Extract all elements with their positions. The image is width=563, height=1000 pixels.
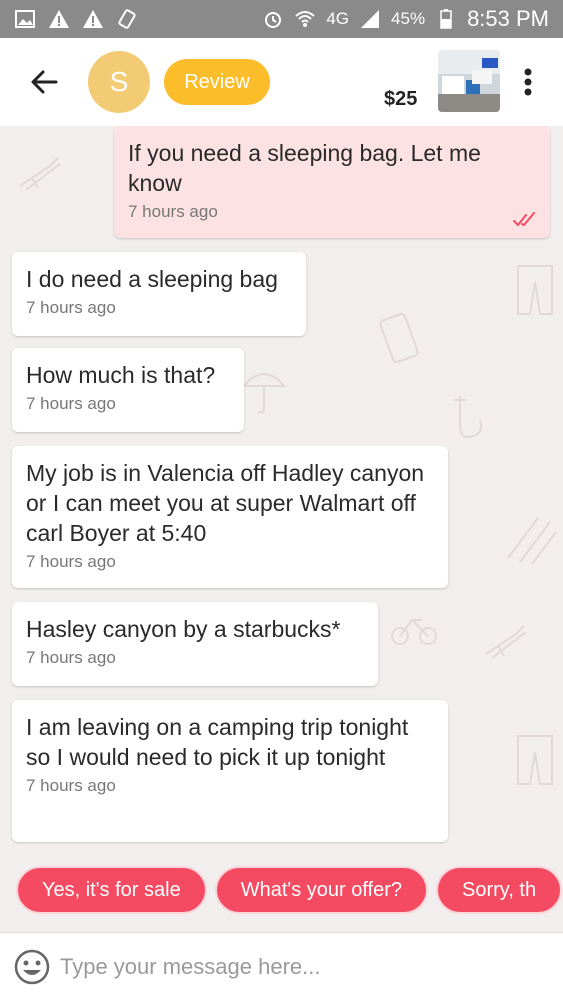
message-time: 7 hours ago — [26, 298, 116, 317]
warning-icon — [83, 10, 103, 28]
vibrate-icon — [118, 9, 136, 29]
message-time: 7 hours ago — [128, 202, 218, 221]
message-time: 7 hours ago — [26, 552, 116, 571]
message-bubble-incoming[interactable]: Hasley canyon by a starbucks* 7 hours ag… — [12, 602, 378, 686]
phone-icon — [379, 313, 419, 363]
message-time: 7 hours ago — [26, 776, 116, 795]
read-receipt-icon — [513, 212, 535, 227]
message-text: Hasley canyon by a starbucks* — [26, 616, 341, 642]
more-vert-icon — [524, 68, 532, 96]
more-options-button[interactable] — [512, 60, 544, 104]
review-button[interactable]: Review — [164, 59, 270, 105]
message-bubble-incoming[interactable]: I am leaving on a camping trip tonight s… — [12, 700, 448, 842]
clock: 8:53 PM — [467, 6, 549, 31]
battery-icon — [440, 9, 452, 29]
umbrella-icon — [241, 373, 287, 414]
avatar[interactable]: S — [88, 51, 150, 113]
message-time: 7 hours ago — [26, 394, 116, 413]
trumpet-icon — [19, 157, 61, 191]
listing-thumbnail[interactable] — [438, 50, 500, 112]
quick-reply-offer[interactable]: What's your offer? — [214, 866, 429, 914]
trumpet-icon — [485, 625, 527, 659]
message-text: How much is that? — [26, 362, 216, 388]
message-input[interactable] — [60, 944, 551, 989]
network-type: 4G — [326, 9, 350, 28]
alarm-icon — [265, 12, 282, 28]
back-button[interactable] — [14, 52, 74, 112]
tools-icon — [507, 517, 557, 565]
listing-photo-icon — [438, 50, 500, 112]
emoji-icon[interactable] — [12, 947, 52, 987]
message-time: 7 hours ago — [26, 648, 116, 667]
status-bar-notifications — [14, 8, 138, 30]
quick-replies: Yes, it's for sale What's your offer? So… — [0, 866, 563, 918]
quick-reply-for-sale[interactable]: Yes, it's for sale — [16, 866, 207, 914]
image-icon — [15, 10, 35, 28]
message-text: My job is in Valencia off Hadley canyon … — [26, 460, 425, 546]
message-text: I do need a sleeping bag — [26, 266, 278, 292]
pants-icon — [517, 735, 553, 785]
message-composer — [0, 932, 563, 1000]
bicycle-icon — [391, 618, 437, 645]
message-bubble-incoming[interactable]: I do need a sleeping bag 7 hours ago — [12, 252, 306, 336]
warning-icon — [49, 10, 69, 28]
chat-screen: 4G 45% 8:53 PM S Review $25 If you need … — [0, 0, 563, 1000]
status-bar: 4G 45% 8:53 PM — [0, 0, 563, 38]
status-bar-system: 4G 45% 8:53 PM — [262, 6, 549, 32]
arrow-back-icon — [31, 70, 58, 94]
message-text: I am leaving on a camping trip tonight s… — [26, 714, 409, 770]
listing-price: $25 — [384, 88, 418, 110]
chat-header: S Review $25 — [0, 38, 563, 126]
message-text: If you need a sleeping bag. Let me know — [128, 140, 481, 196]
quick-reply-sorry[interactable]: Sorry, th — [436, 866, 563, 914]
message-bubble-outgoing[interactable]: If you need a sleeping bag. Let me know … — [114, 126, 550, 238]
saxophone-icon — [454, 396, 483, 438]
signal-icon — [361, 10, 380, 28]
wifi-icon — [295, 11, 316, 27]
message-bubble-incoming[interactable]: My job is in Valencia off Hadley canyon … — [12, 446, 448, 588]
pants-icon — [517, 265, 553, 315]
battery-percent: 45% — [391, 9, 426, 28]
message-list[interactable]: If you need a sleeping bag. Let me know … — [0, 126, 563, 926]
message-bubble-incoming[interactable]: How much is that? 7 hours ago — [12, 348, 244, 432]
